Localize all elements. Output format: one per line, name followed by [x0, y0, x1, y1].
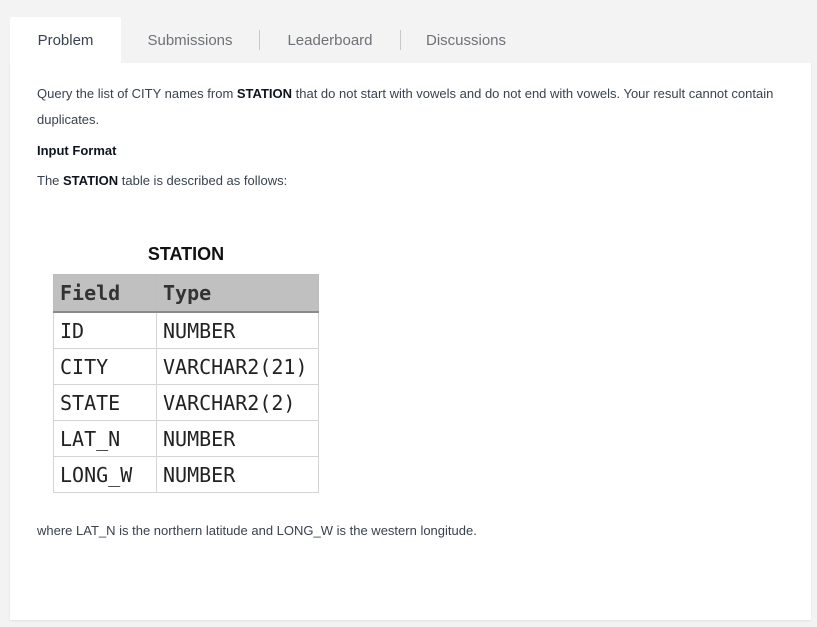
table-row: LAT_N NUMBER [53, 420, 319, 457]
problem-panel: Query the list of CITY names from STATIO… [10, 63, 811, 620]
tab-discussions-label: Discussions [425, 31, 507, 49]
table-row: CITY VARCHAR2(21) [53, 348, 319, 385]
station-table-title: STATION [147, 244, 225, 264]
header-type: Type [156, 274, 319, 313]
tab-submissions-label: Submissions [147, 31, 233, 49]
tab-problem-label: Problem [37, 31, 94, 49]
table-row: LONG_W NUMBER [53, 456, 319, 493]
table-description: The STATION table is described as follow… [37, 168, 777, 194]
type-cell: VARCHAR2(2) [156, 384, 319, 421]
type-cell: VARCHAR2(21) [156, 348, 319, 385]
problem-statement: Query the list of CITY names from STATIO… [37, 81, 777, 194]
type-cell: NUMBER [156, 420, 319, 457]
field-cell: STATE [53, 384, 157, 421]
tab-leaderboard-label: Leaderboard [287, 31, 373, 49]
field-explanation: where LAT_N is the northern latitude and… [37, 523, 477, 538]
problem-intro: Query the list of CITY names from STATIO… [37, 81, 777, 133]
table-desc-text: The [37, 173, 64, 188]
problem-tabs: Problem Submissions Leaderboard Discussi… [10, 17, 531, 63]
intro-text: Query the list of CITY names from [37, 86, 237, 101]
tab-problem[interactable]: Problem [10, 17, 121, 63]
tab-submissions[interactable]: Submissions [121, 17, 259, 63]
tab-discussions[interactable]: Discussions [401, 17, 531, 63]
table-row: ID NUMBER [53, 311, 319, 349]
field-cell: LAT_N [53, 420, 157, 457]
type-cell: NUMBER [156, 311, 319, 349]
table-desc-suffix: table is described as follows: [118, 173, 288, 188]
table-header-row: Field Type [53, 274, 319, 313]
station-schema-table: Field Type ID NUMBER CITY VARCHAR2(21) S… [53, 274, 319, 493]
field-cell: LONG_W [53, 456, 157, 493]
header-field: Field [53, 274, 157, 313]
input-format-heading: Input Format [37, 143, 117, 158]
field-cell: CITY [53, 348, 157, 385]
tab-leaderboard[interactable]: Leaderboard [260, 17, 400, 63]
field-cell: ID [53, 311, 157, 349]
table-desc-name: STATION [63, 173, 119, 188]
table-row: STATE VARCHAR2(2) [53, 384, 319, 421]
station-table-figure: STATION Field Type ID NUMBER CITY VARCHA… [53, 241, 319, 493]
intro-table-name: STATION [236, 86, 293, 101]
type-cell: NUMBER [156, 456, 319, 493]
